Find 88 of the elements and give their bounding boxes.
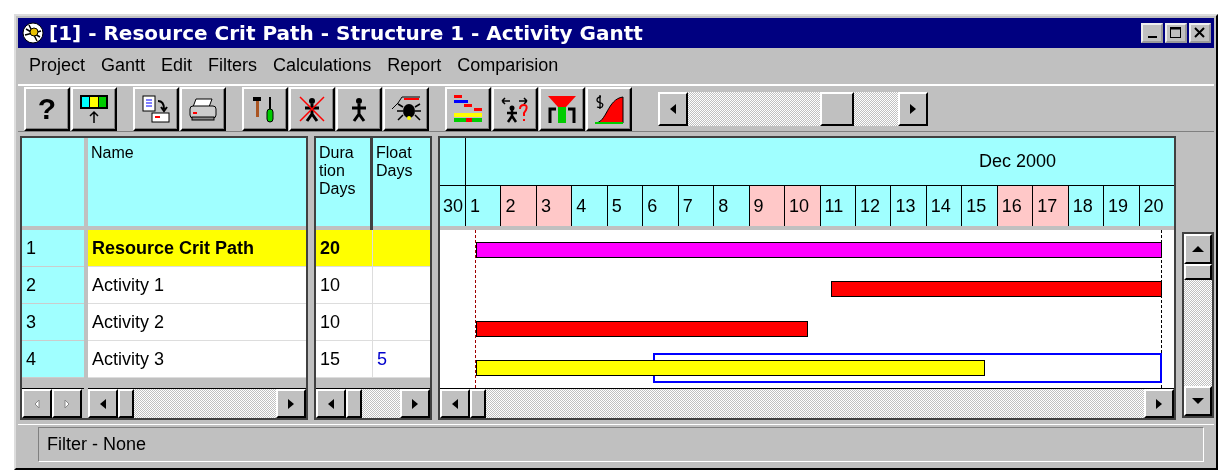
right-arrow-icon [287, 398, 295, 409]
vertical-scrollbar[interactable] [1182, 232, 1214, 418]
row-number: 3 [22, 304, 84, 341]
app-icon [21, 21, 45, 45]
horizontal-scrollbar[interactable] [88, 388, 306, 418]
spider-button[interactable] [383, 86, 429, 131]
cost-curve-button[interactable] [586, 86, 632, 131]
table-cell: 15 [316, 341, 372, 378]
maximize-icon [1169, 27, 1183, 39]
right-arrow-icon [1155, 398, 1163, 409]
close-icon [1193, 27, 1207, 39]
print-button[interactable] [180, 86, 226, 131]
table-cell: 5 [373, 341, 430, 378]
down-arrow-icon [1192, 397, 1204, 405]
menu-item[interactable]: Comparision [449, 54, 567, 76]
day-header: 15 [961, 186, 997, 226]
column-header: Float Days [373, 138, 430, 230]
toolbar-scrollbar[interactable] [658, 91, 928, 126]
day-header: 13 [890, 186, 926, 226]
day-header: 16 [996, 186, 1033, 226]
menu-item[interactable]: Calculations [265, 54, 380, 76]
table-cell: 10 [316, 267, 372, 304]
month-header: Dec 2000 [977, 150, 1057, 173]
left-arrow-icon [33, 398, 41, 409]
day-header: 14 [925, 186, 962, 226]
row-number: 1 [22, 230, 84, 267]
horizontal-scrollbar[interactable] [22, 388, 84, 418]
resource-button[interactable] [336, 86, 382, 131]
day-header: 4 [571, 186, 607, 226]
row-number: 2 [22, 267, 84, 304]
day-header: 10 [784, 186, 820, 226]
day-header: 20 [1138, 186, 1174, 226]
layout-button[interactable] [71, 86, 117, 131]
menu-item[interactable]: Filters [200, 54, 266, 76]
day-header: 17 [1032, 186, 1068, 226]
table-cell: Activity 3 [88, 341, 306, 378]
right-arrow-icon [909, 103, 917, 114]
left-arrow-icon [669, 103, 677, 114]
menu-item[interactable]: Report [379, 54, 450, 76]
left-arrow-icon [451, 398, 459, 409]
gantt-icon [452, 92, 484, 125]
day-header: 9 [748, 186, 785, 226]
table-cell: Activity 1 [88, 267, 306, 304]
resource-query-button[interactable] [492, 86, 538, 131]
day-header: 19 [1103, 186, 1139, 226]
minimize-button[interactable] [1141, 23, 1163, 43]
scroll-thumb[interactable] [820, 91, 854, 126]
filter-button[interactable] [539, 86, 585, 131]
menu-item[interactable]: Edit [153, 54, 201, 76]
day-header: 18 [1067, 186, 1104, 226]
window-title: [1] - Resource Crit Path - Structure 1 - Activity Gantt [49, 21, 644, 45]
help-button[interactable]: ? [24, 86, 70, 131]
day-header: 3 [535, 186, 572, 226]
maximize-button[interactable] [1165, 23, 1187, 43]
day-header: 2 [500, 186, 536, 226]
gantt-button[interactable] [445, 86, 491, 131]
up-arrow-icon [1192, 245, 1204, 253]
tools-button[interactable] [242, 86, 288, 131]
menu-item[interactable]: Project [21, 54, 94, 76]
panel-arrow-icon [78, 92, 110, 125]
day-header: 7 [677, 186, 714, 226]
day-header: 30 [441, 194, 464, 218]
scroll-thumb[interactable] [1184, 264, 1212, 280]
left-arrow-icon [99, 398, 107, 409]
horizontal-scrollbar[interactable] [316, 388, 430, 418]
horizontal-scrollbar[interactable] [440, 388, 1174, 418]
document-arrow-icon [140, 92, 172, 125]
right-arrow-icon [63, 398, 71, 409]
table-cell: 20 [316, 230, 372, 267]
table-cell: Activity 2 [88, 304, 306, 341]
delete-resource-button[interactable] [289, 86, 335, 131]
table-cell: Resource Crit Path [88, 230, 306, 267]
right-arrow-icon [411, 398, 419, 409]
menu-item[interactable]: Gantt [93, 54, 154, 76]
day-header: 8 [713, 186, 749, 226]
day-header: 5 [606, 186, 643, 226]
minimize-icon [1147, 36, 1157, 38]
cost-curve-icon [593, 92, 625, 125]
status-text: Filter - None [38, 427, 1204, 462]
copy-button[interactable] [133, 86, 179, 131]
table-cell: 10 [316, 304, 372, 341]
day-header: 11 [819, 186, 855, 226]
left-arrow-icon [327, 398, 335, 409]
day-header: 6 [642, 186, 678, 226]
day-header: 12 [854, 186, 891, 226]
row-number: 4 [22, 341, 84, 378]
close-button[interactable] [1189, 23, 1211, 43]
column-label: Duration Days [319, 144, 357, 198]
